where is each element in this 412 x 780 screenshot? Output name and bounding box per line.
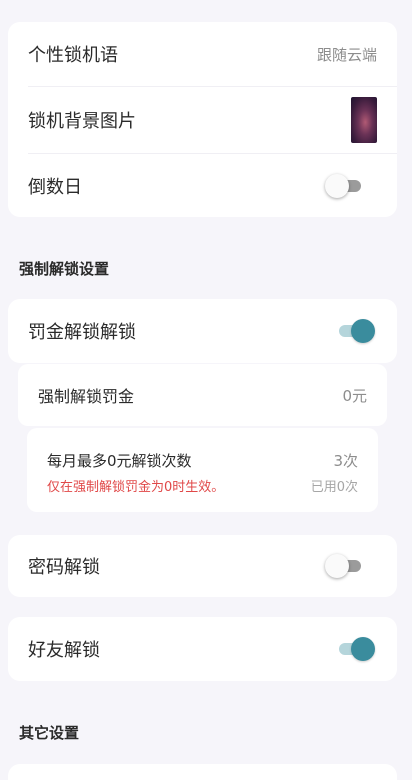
fine-unlock-toggle[interactable] <box>335 318 375 344</box>
friend-unlock-toggle[interactable] <box>335 636 375 662</box>
monthly-free-used: 已用0次 <box>310 480 358 495</box>
other-settings-card <box>8 764 397 780</box>
password-unlock-card: 密码解锁 <box>8 535 397 597</box>
background-image-label: 锁机背景图片 <box>28 111 136 132</box>
toggle-knob <box>325 554 349 578</box>
monthly-free-row[interactable]: 每月最多0元解锁次数 3次 仅在强制解锁罚金为0时生效。 已用0次 <box>47 428 358 512</box>
monthly-free-value: 3次 <box>333 452 358 470</box>
monthly-free-label: 每月最多0元解锁次数 <box>47 452 192 470</box>
background-image-thumbnail[interactable] <box>351 97 377 143</box>
personal-message-value: 跟随云端 <box>316 45 377 64</box>
password-unlock-row: 密码解锁 <box>8 535 397 597</box>
other-section-title: 其它设置 <box>19 724 80 742</box>
friend-unlock-row: 好友解锁 <box>8 617 397 681</box>
fine-amount-label: 强制解锁罚金 <box>38 387 135 406</box>
password-unlock-label: 密码解锁 <box>28 557 100 578</box>
password-unlock-toggle[interactable] <box>325 553 365 579</box>
friend-unlock-label: 好友解锁 <box>28 640 100 661</box>
toggle-knob <box>351 319 375 343</box>
toggle-knob <box>325 173 349 198</box>
background-image-row[interactable]: 锁机背景图片 <box>8 87 397 153</box>
fine-amount-card: 强制解锁罚金 0元 <box>18 364 387 426</box>
fine-amount-row[interactable]: 强制解锁罚金 0元 <box>18 364 387 426</box>
countdown-day-label: 倒数日 <box>28 176 82 198</box>
fine-unlock-card: 罚金解锁解锁 <box>8 299 397 363</box>
monthly-free-note: 仅在强制解锁罚金为0时生效。 <box>47 480 225 495</box>
fine-unlock-label: 罚金解锁解锁 <box>28 322 136 343</box>
countdown-day-row: 倒数日 <box>8 154 397 217</box>
fine-amount-value: 0元 <box>342 386 367 405</box>
friend-unlock-card: 好友解锁 <box>8 617 397 681</box>
monthly-free-card: 每月最多0元解锁次数 3次 仅在强制解锁罚金为0时生效。 已用0次 <box>27 428 378 512</box>
force-unlock-section-title: 强制解锁设置 <box>19 260 110 278</box>
personal-message-row[interactable]: 个性锁机语 跟随云端 <box>8 22 397 86</box>
countdown-day-toggle[interactable] <box>325 173 365 199</box>
toggle-knob <box>351 637 375 661</box>
fine-unlock-row: 罚金解锁解锁 <box>8 299 397 363</box>
personal-message-label: 个性锁机语 <box>28 45 118 66</box>
lock-settings-card: 个性锁机语 跟随云端 锁机背景图片 倒数日 <box>8 22 397 217</box>
